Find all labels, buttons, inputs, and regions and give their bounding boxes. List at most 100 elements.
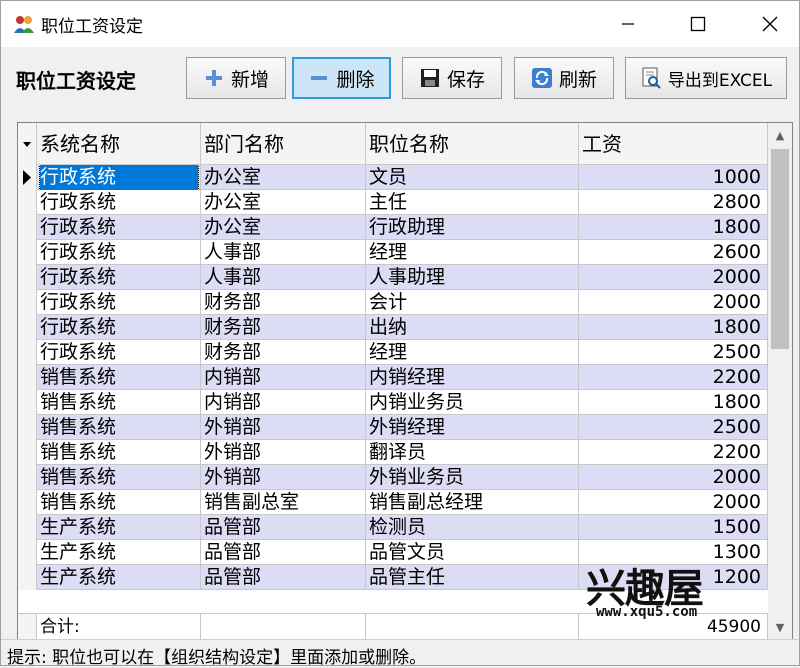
cell-dept[interactable]: 人事部 (201, 265, 366, 290)
cell-salary[interactable]: 1800 (579, 390, 768, 415)
cell-salary[interactable]: 2500 (579, 415, 768, 440)
cell-dept[interactable]: 财务部 (201, 290, 366, 315)
cell-system[interactable]: 行政系统 (37, 290, 201, 315)
cell-system[interactable]: 销售系统 (37, 415, 201, 440)
delete-button[interactable]: 删除 (292, 57, 391, 99)
cell-dept[interactable]: 销售副总室 (201, 490, 366, 515)
cell-dept[interactable]: 内销部 (201, 365, 366, 390)
row-selector[interactable] (18, 440, 37, 465)
row-selector[interactable] (18, 190, 37, 215)
cell-salary[interactable]: 1800 (579, 315, 768, 340)
row-selector[interactable] (18, 515, 37, 540)
cell-salary[interactable]: 2200 (579, 365, 768, 390)
table-row[interactable]: 销售系统 销售副总室 销售副总经理 2000 (18, 490, 768, 515)
cell-system[interactable]: 销售系统 (37, 390, 201, 415)
cell-position[interactable]: 内销经理 (366, 365, 579, 390)
maximize-button[interactable] (671, 1, 725, 47)
cell-system[interactable]: 行政系统 (37, 315, 201, 340)
table-row[interactable]: 行政系统 人事部 经理 2600 (18, 240, 768, 265)
table-row[interactable]: 生产系统 品管部 检测员 1500 (18, 515, 768, 540)
cell-salary[interactable]: 2000 (579, 290, 768, 315)
table-row[interactable]: 销售系统 外销部 翻译员 2200 (18, 440, 768, 465)
cell-dept[interactable]: 品管部 (201, 540, 366, 565)
vertical-scrollbar[interactable]: ▲ ▼ (768, 123, 792, 639)
table-row[interactable]: 销售系统 外销部 外销经理 2500 (18, 415, 768, 440)
cell-position[interactable]: 人事助理 (366, 265, 579, 290)
cell-dept[interactable]: 办公室 (201, 190, 366, 215)
row-selector[interactable] (18, 415, 37, 440)
cell-system[interactable]: 行政系统 (37, 340, 201, 365)
row-selector[interactable] (18, 165, 37, 190)
cell-position[interactable]: 主任 (366, 190, 579, 215)
row-selector[interactable] (18, 490, 37, 515)
cell-system[interactable]: 行政系统 (37, 165, 201, 190)
table-row[interactable]: 销售系统 外销部 外销业务员 2000 (18, 465, 768, 490)
row-selector[interactable] (18, 315, 37, 340)
cell-position[interactable]: 行政助理 (366, 215, 579, 240)
table-row[interactable]: 销售系统 内销部 内销经理 2200 (18, 365, 768, 390)
table-row[interactable]: 行政系统 办公室 主任 2800 (18, 190, 768, 215)
cell-salary[interactable]: 1800 (579, 215, 768, 240)
close-button[interactable] (743, 1, 797, 47)
table-row[interactable]: 行政系统 办公室 文员 1000 (18, 165, 768, 190)
cell-dept[interactable]: 人事部 (201, 240, 366, 265)
cell-system[interactable]: 行政系统 (37, 240, 201, 265)
row-selector[interactable] (18, 465, 37, 490)
refresh-button[interactable]: 刷新 (514, 57, 614, 99)
cell-position[interactable]: 翻译员 (366, 440, 579, 465)
cell-salary[interactable]: 2600 (579, 240, 768, 265)
cell-position[interactable]: 外销经理 (366, 415, 579, 440)
cell-system[interactable]: 销售系统 (37, 365, 201, 390)
column-header-position[interactable]: 职位名称 (366, 123, 579, 165)
row-selector[interactable] (18, 365, 37, 390)
cell-position[interactable]: 文员 (366, 165, 579, 190)
cell-system[interactable]: 行政系统 (37, 265, 201, 290)
row-selector[interactable] (18, 290, 37, 315)
cell-dept[interactable]: 财务部 (201, 315, 366, 340)
row-selector[interactable] (18, 390, 37, 415)
cell-dept[interactable]: 外销部 (201, 465, 366, 490)
cell-system[interactable]: 销售系统 (37, 490, 201, 515)
cell-system[interactable]: 销售系统 (37, 440, 201, 465)
cell-salary[interactable]: 1500 (579, 515, 768, 540)
row-selector[interactable] (18, 340, 37, 365)
cell-dept[interactable]: 财务部 (201, 340, 366, 365)
row-selector-header[interactable] (18, 123, 37, 165)
cell-dept[interactable]: 外销部 (201, 415, 366, 440)
cell-dept[interactable]: 办公室 (201, 165, 366, 190)
cell-position[interactable]: 品管文员 (366, 540, 579, 565)
cell-system[interactable]: 销售系统 (37, 465, 201, 490)
cell-salary[interactable]: 2200 (579, 440, 768, 465)
cell-salary[interactable]: 2000 (579, 465, 768, 490)
cell-system[interactable]: 行政系统 (37, 190, 201, 215)
table-row[interactable]: 行政系统 财务部 会计 2000 (18, 290, 768, 315)
cell-dept[interactable]: 品管部 (201, 565, 366, 590)
cell-position[interactable]: 出纳 (366, 315, 579, 340)
table-row[interactable]: 行政系统 财务部 经理 2500 (18, 340, 768, 365)
scroll-thumb[interactable] (771, 149, 789, 349)
save-button[interactable]: 保存 (402, 57, 502, 99)
cell-system[interactable]: 生产系统 (37, 515, 201, 540)
export-excel-button[interactable]: 导出到EXCEL (625, 57, 787, 99)
cell-salary[interactable]: 2500 (579, 340, 768, 365)
cell-dept[interactable]: 外销部 (201, 440, 366, 465)
cell-system[interactable]: 生产系统 (37, 540, 201, 565)
row-selector[interactable] (18, 240, 37, 265)
row-selector[interactable] (18, 265, 37, 290)
cell-position[interactable]: 经理 (366, 240, 579, 265)
cell-system[interactable]: 生产系统 (37, 565, 201, 590)
add-button[interactable]: 新增 (186, 57, 286, 99)
row-selector[interactable] (18, 540, 37, 565)
scroll-up-icon[interactable]: ▲ (768, 123, 792, 147)
minimize-button[interactable] (601, 1, 655, 47)
cell-dept[interactable]: 内销部 (201, 390, 366, 415)
cell-salary[interactable]: 2000 (579, 265, 768, 290)
table-row[interactable]: 行政系统 人事部 人事助理 2000 (18, 265, 768, 290)
cell-position[interactable]: 外销业务员 (366, 465, 579, 490)
cell-dept[interactable]: 办公室 (201, 215, 366, 240)
cell-salary[interactable]: 2000 (579, 490, 768, 515)
cell-position[interactable]: 经理 (366, 340, 579, 365)
cell-position[interactable]: 销售副总经理 (366, 490, 579, 515)
table-row[interactable]: 销售系统 内销部 内销业务员 1800 (18, 390, 768, 415)
cell-position[interactable]: 品管主任 (366, 565, 579, 590)
